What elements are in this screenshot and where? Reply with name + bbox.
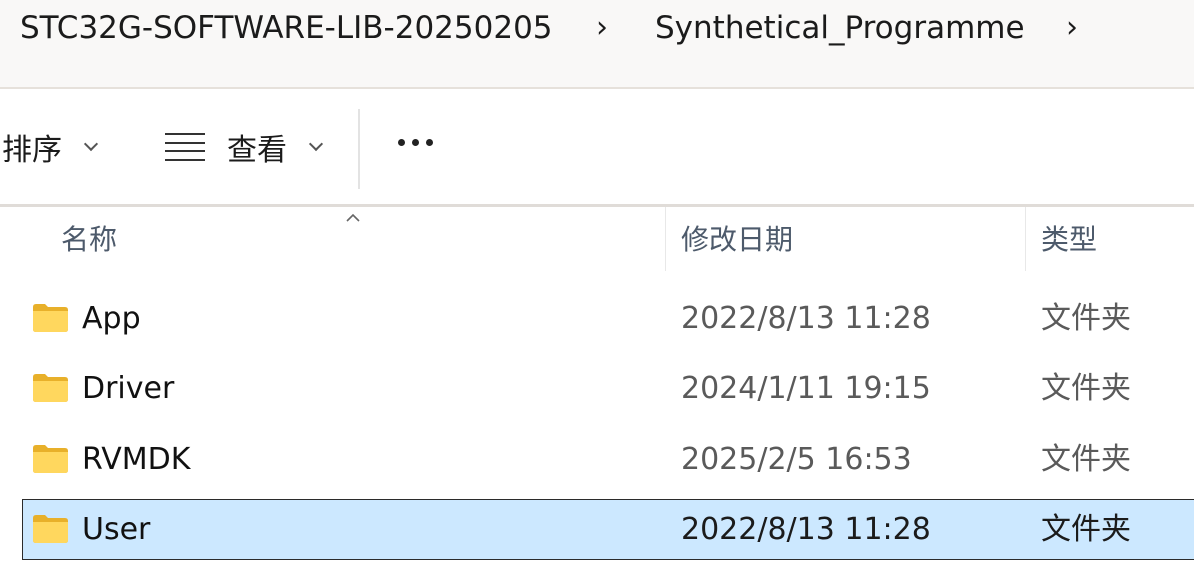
more-options-button[interactable]	[398, 139, 433, 146]
column-resize-handle[interactable]	[1025, 207, 1026, 271]
file-type: 文件夹	[1041, 371, 1131, 406]
file-type: 文件夹	[1041, 301, 1131, 336]
toolbar-divider	[358, 109, 360, 189]
folder-icon	[33, 374, 68, 402]
breadcrumb: STC32G-SOFTWARE-LIB-20250205 › Synthetic…	[0, 0, 1194, 87]
file-name: App	[82, 301, 141, 336]
file-type: 文件夹	[1041, 512, 1131, 547]
file-type: 文件夹	[1041, 442, 1131, 477]
folder-icon	[33, 445, 68, 473]
sort-button[interactable]: 排序	[2, 125, 99, 169]
file-date-modified: 2022/8/13 11:28	[681, 512, 931, 547]
file-row[interactable]: App 2022/8/13 11:28 文件夹	[22, 288, 1194, 349]
view-button[interactable]: 查看	[165, 125, 324, 169]
file-name: Driver	[82, 371, 175, 406]
chevron-down-icon	[83, 136, 99, 152]
file-row[interactable]: Driver 2024/1/11 19:15 文件夹	[22, 358, 1194, 419]
column-header-date-modified[interactable]: 修改日期	[681, 223, 793, 257]
chevron-down-icon	[308, 136, 324, 152]
sort-label: 排序	[2, 133, 62, 168]
folder-icon	[33, 304, 68, 332]
chevron-right-icon[interactable]: ›	[587, 6, 617, 50]
breadcrumb-item-root[interactable]: STC32G-SOFTWARE-LIB-20250205	[20, 6, 553, 50]
column-header-row: 名称 修改日期 类型	[0, 207, 1194, 271]
column-header-type[interactable]: 类型	[1041, 223, 1097, 257]
folder-icon	[33, 515, 68, 543]
file-row-selected[interactable]: User 2022/8/13 11:28 文件夹	[22, 499, 1194, 560]
file-date-modified: 2025/2/5 16:53	[681, 442, 912, 477]
chevron-right-icon[interactable]: ›	[1057, 6, 1087, 50]
ellipsis-icon	[398, 139, 405, 146]
column-resize-handle[interactable]	[665, 207, 666, 271]
file-name: RVMDK	[82, 442, 191, 477]
view-label: 查看	[227, 133, 287, 168]
breadcrumb-item-current[interactable]: Synthetical_Programme	[655, 6, 1025, 50]
sort-ascending-icon	[346, 213, 360, 222]
column-header-name[interactable]: 名称	[61, 223, 117, 257]
file-date-modified: 2024/1/11 19:15	[681, 371, 931, 406]
file-date-modified: 2022/8/13 11:28	[681, 301, 931, 336]
command-bar: 排序 查看	[0, 89, 1194, 204]
list-view-icon	[165, 133, 205, 161]
file-row[interactable]: RVMDK 2025/2/5 16:53 文件夹	[22, 429, 1194, 490]
file-name: User	[82, 512, 151, 547]
